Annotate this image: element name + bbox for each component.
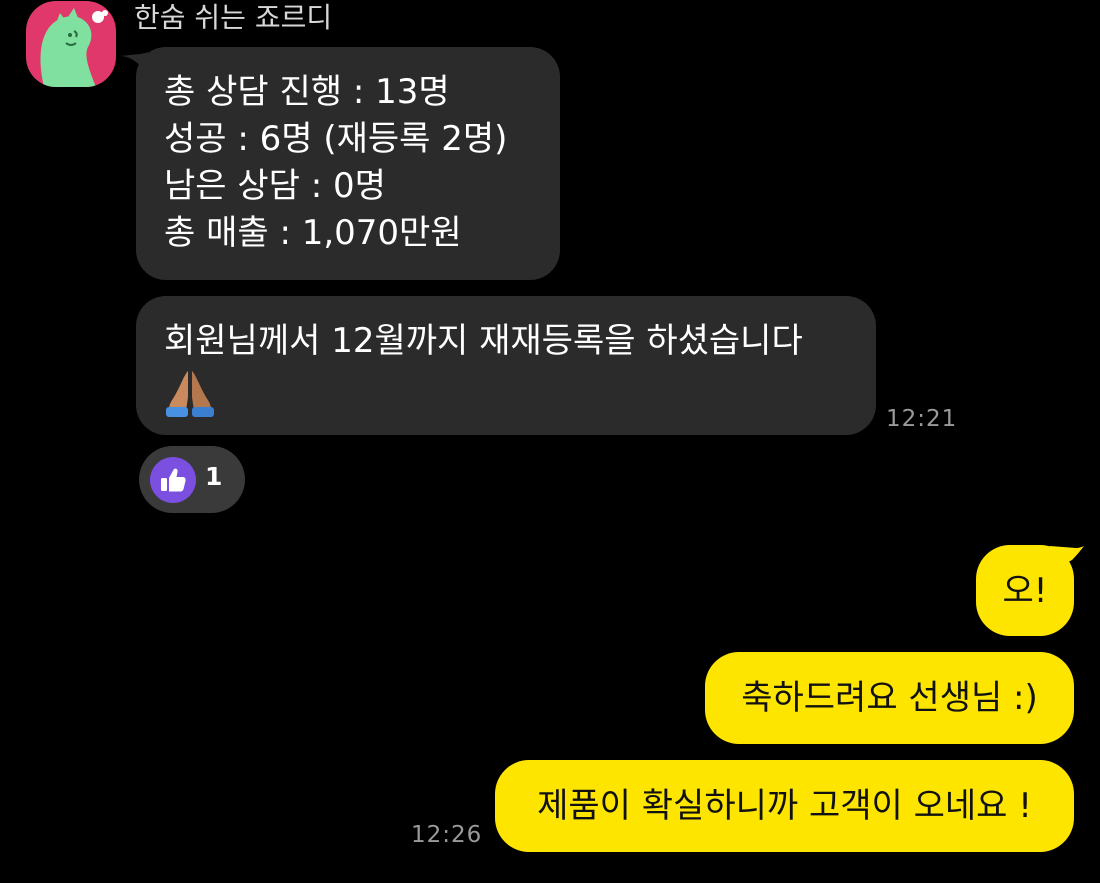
message-line: 남은 상담 : 0명 <box>164 166 386 206</box>
message-text: 회원님께서 12월까지 재재등록을 하셨습니다 <box>164 321 803 361</box>
incoming-message-stats[interactable]: 총 상담 진행 : 13명 성공 : 6명 (재등록 2명) 남은 상담 : 0… <box>136 47 560 280</box>
message-text: 제품이 확실하니까 고객이 오네요 ! <box>537 786 1032 826</box>
thumbs-up-icon <box>150 457 196 503</box>
folded-hands-emoji-icon <box>166 371 214 417</box>
incoming-timestamp: 12:21 <box>886 406 958 432</box>
outgoing-message[interactable]: 오! <box>976 545 1074 636</box>
message-line: 총 매출 : 1,070만원 <box>164 213 462 253</box>
message-line: 총 상담 진행 : 13명 <box>164 72 450 112</box>
sender-name: 한숨 쉬는 죠르디 <box>134 1 333 34</box>
like-reaction-chip[interactable]: 1 <box>139 446 245 513</box>
message-text: 축하드려요 선생님 :) <box>741 678 1038 718</box>
sender-avatar[interactable] <box>26 1 116 87</box>
jordy-dinosaur-icon <box>40 8 108 87</box>
message-line: 성공 : 6명 (재등록 2명) <box>164 119 508 159</box>
outgoing-timestamp: 12:26 <box>411 822 483 848</box>
incoming-message-reregistration[interactable]: 회원님께서 12월까지 재재등록을 하셨습니다 <box>136 296 876 435</box>
outgoing-message[interactable]: 제품이 확실하니까 고객이 오네요 ! <box>495 760 1074 852</box>
message-text: 오! <box>1002 570 1048 611</box>
outgoing-message[interactable]: 축하드려요 선생님 :) <box>705 652 1074 744</box>
reaction-count: 1 <box>205 462 223 491</box>
